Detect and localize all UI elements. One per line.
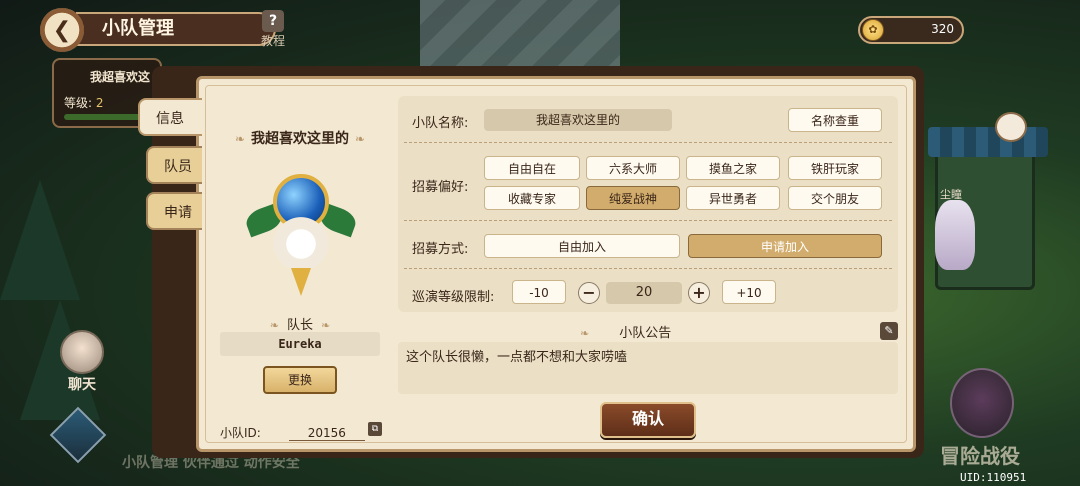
team-emblem[interactable] [242,168,360,298]
tab-applications[interactable]: 申请 [146,192,202,230]
divider [404,268,892,269]
shop-roof [928,127,1048,157]
divider [404,220,892,221]
leader-name: Eureka [220,332,380,356]
npc-label: 尘瞳 [940,188,962,201]
copy-icon[interactable]: ⧉ [368,422,382,436]
divider [404,142,892,143]
team-settings: 小队名称: 我超喜欢这里的 名称查重 招募偏好: 自由自在 六系大师 摸鱼之家 … [398,96,898,312]
check-name-button[interactable]: 名称查重 [788,108,882,132]
edit-icon[interactable]: ✎ [880,322,898,340]
team-name-label: 小队名称: [412,116,469,131]
preference-option-selected[interactable]: 纯爱战神 [586,186,680,210]
change-leader-button[interactable]: 更换 [263,366,337,394]
tab-info[interactable]: 信息 [138,98,202,136]
chat-button[interactable]: 聊天 [56,330,108,394]
recruit-preference-label: 招募偏好: [412,180,469,195]
currency-display[interactable]: ✿ 320 [858,16,964,44]
team-id-value: 20156 [288,426,365,441]
npc-character[interactable] [935,200,975,270]
back-arrow-icon: ❮ [52,17,72,43]
team-profile: 我超喜欢这里的 队长 Eureka 更换 小队ID: 20156 ⧉ [210,84,390,444]
background-tree [0,180,80,300]
level-increment-button[interactable]: + [688,282,710,304]
user-id: UID:110951 [960,471,1027,484]
question-icon: ? [262,10,284,32]
preference-option[interactable]: 六系大师 [586,156,680,180]
header: 小队管理 ❮ [40,8,276,52]
level-limit-label: 巡演等级限制: [412,290,495,305]
method-free-join[interactable]: 自由加入 [484,234,680,258]
level-decrement-button[interactable]: − [578,282,600,304]
tutorial-label: 教程 [260,34,285,48]
preference-option[interactable]: 收藏专家 [484,186,580,210]
team-summary-level: 等级: 2 [64,96,104,110]
page-title: 小队管理 [76,12,276,46]
method-apply-join[interactable]: 申请加入 [688,234,882,258]
lily-flower-icon [263,214,339,274]
preference-option[interactable]: 交个朋友 [788,186,882,210]
notice-title: 小队公告 [580,322,671,341]
confirm-button[interactable]: 确认 [600,402,696,438]
notice-text[interactable]: 这个队长很懒，一点都不想和大家唠嗑 [398,342,898,394]
tutorial-button[interactable]: ? 教程 [258,10,288,49]
level-minus-10-button[interactable]: -10 [512,280,566,304]
currency-amount: 320 [931,22,954,36]
adventure-icon[interactable] [950,368,1014,438]
preference-option[interactable]: 异世勇者 [686,186,780,210]
preference-option[interactable]: 摸鱼之家 [686,156,780,180]
leader-label: 队长 [210,314,390,333]
team-level-bar [64,114,144,120]
team-name-title: 我超喜欢这里的 [210,128,390,148]
team-id-label: 小队ID: [220,426,261,440]
recruit-method-label: 招募方式: [412,242,469,257]
tab-members[interactable]: 队员 [146,146,202,184]
adventure-label[interactable]: 冒险战役 [940,440,1020,469]
team-name-field[interactable]: 我超喜欢这里的 [484,109,672,131]
gold-coin-icon: ✿ [862,19,884,41]
preference-option[interactable]: 铁肝玩家 [788,156,882,180]
chat-label: 聊天 [68,377,96,393]
gold-spike-icon [291,268,311,296]
back-button[interactable]: ❮ [40,8,84,52]
preference-option[interactable]: 自由自在 [484,156,580,180]
team-summary-name: 我超喜欢这 [90,70,151,84]
team-id: 小队ID: 20156 [220,424,365,441]
level-limit-value[interactable]: 20 [606,282,682,304]
level-plus-10-button[interactable]: +10 [722,280,776,304]
chat-avatar-icon [60,330,104,374]
speech-bubble-icon[interactable] [995,112,1027,142]
